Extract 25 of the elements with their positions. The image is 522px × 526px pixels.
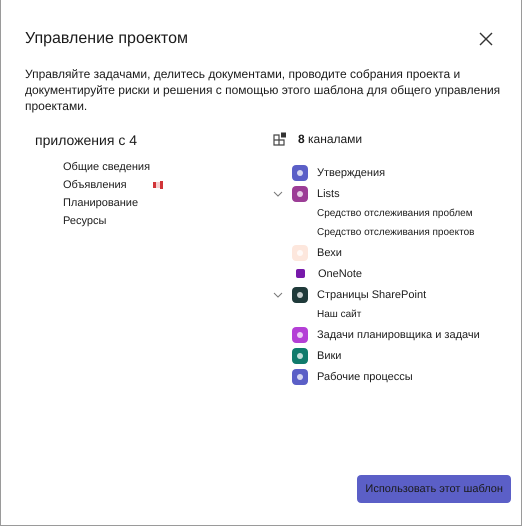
channels-icon [273, 132, 287, 146]
flag-icon [152, 181, 163, 189]
channels-heading: 8 каналами [298, 132, 362, 146]
channel-name: OneNote [318, 268, 362, 280]
channel-name: Рабочие процессы [317, 370, 413, 382]
apps-heading: приложения с 4 [35, 132, 138, 148]
app-name: Планирование [63, 197, 138, 209]
close-icon[interactable] [479, 32, 493, 46]
app-name: Объявления [63, 179, 127, 191]
chevron-icon[interactable] [273, 290, 283, 300]
chevron-icon[interactable] [273, 188, 283, 198]
channel-name: Вики [317, 350, 342, 362]
use-template-button[interactable]: Использовать этот шаблон [357, 475, 511, 503]
dialog-title: Управление проектом [25, 30, 188, 48]
channel-name: Задачи планировщика и задачи [317, 328, 480, 340]
channel-subitem: Средство отслеживания проектов [316, 226, 476, 240]
app-name: Общие сведения [63, 161, 150, 173]
channel-subitem: Наш сайт [316, 308, 362, 322]
channel-subitem: Средство отслеживания проблем [316, 207, 474, 221]
channel-name: Lists [317, 188, 340, 200]
description: Управляйте задачами, делитесь документами, проводите собрания проекта и документируйте риски и решения с помощью этого шаблона для общего управления проектами. [25, 66, 502, 114]
channel-name: Страницы SharePoint [317, 288, 426, 300]
channel-name: Вехи [317, 246, 342, 258]
app-name: Ресурсы [63, 215, 106, 227]
channel-name: Утверждения [317, 166, 386, 178]
